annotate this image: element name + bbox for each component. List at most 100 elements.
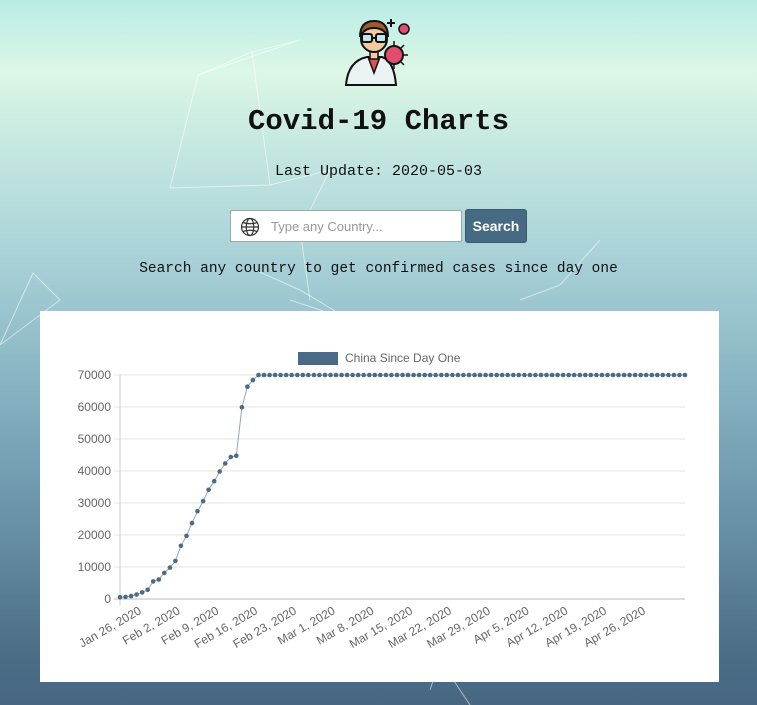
data-point	[544, 372, 549, 378]
y-tick-label: 30000	[78, 496, 112, 510]
y-tick-label: 20000	[78, 528, 112, 542]
data-point	[372, 372, 378, 378]
data-point	[583, 372, 588, 378]
data-point	[278, 372, 283, 378]
chart-card: 0 10000 20000 30000 40000 50000 60000 70000 Jan…	[40, 311, 719, 682]
data-point	[416, 372, 422, 378]
data-point	[256, 372, 261, 378]
data-point	[450, 372, 455, 378]
data-point	[222, 461, 228, 466]
data-point	[677, 372, 682, 378]
data-point	[605, 372, 610, 378]
data-point	[499, 372, 505, 378]
data-point	[195, 508, 200, 514]
data-point	[245, 384, 250, 389]
data-point	[511, 372, 516, 378]
data-point	[566, 372, 571, 378]
data-point	[162, 570, 167, 576]
data-point	[671, 372, 677, 378]
last-update-label: Last Update: 2020-05-03	[274, 163, 483, 180]
data-point	[123, 594, 128, 600]
data-point	[283, 372, 289, 378]
data-point	[666, 372, 671, 378]
data-point	[538, 372, 544, 378]
data-point	[311, 372, 317, 378]
data-point	[411, 372, 416, 378]
data-point	[234, 453, 239, 459]
data-point	[134, 592, 139, 597]
data-point	[632, 372, 638, 378]
data-point	[422, 372, 428, 378]
data-point	[261, 372, 267, 378]
data-point	[184, 533, 189, 539]
data-point	[549, 372, 555, 378]
legend-swatch	[298, 352, 338, 365]
data-point	[355, 372, 361, 378]
data-point	[117, 594, 123, 600]
data-point	[433, 372, 439, 378]
search-button[interactable]: Search	[465, 209, 527, 243]
data-point	[367, 372, 372, 378]
data-point	[300, 372, 306, 378]
data-point	[295, 372, 300, 378]
data-point	[167, 565, 173, 570]
data-point	[577, 372, 583, 378]
y-tick-label: 70000	[78, 368, 112, 382]
data-point	[333, 372, 339, 378]
data-point	[361, 372, 367, 378]
search-hint-text: Search any country to get confirmed case…	[139, 261, 618, 277]
data-point	[383, 372, 389, 378]
data-point	[483, 372, 488, 378]
data-point	[400, 372, 405, 378]
data-point	[322, 372, 328, 378]
data-point	[571, 372, 577, 378]
data-point	[405, 372, 411, 378]
confirmed-cases-line-chart: 010000200003000040000500006000070000 Jan…	[77, 351, 688, 651]
data-point	[455, 372, 461, 378]
data-point	[466, 372, 472, 378]
data-point	[206, 487, 211, 493]
y-tick-label: 60000	[78, 400, 112, 414]
data-point	[682, 372, 688, 378]
data-point	[638, 372, 643, 378]
data-point	[427, 372, 433, 378]
data-point	[200, 498, 206, 504]
data-point	[389, 372, 394, 378]
y-tick-label: 10000	[78, 560, 112, 574]
data-point	[317, 372, 322, 378]
series-line	[119, 374, 685, 598]
country-search-input[interactable]	[265, 212, 469, 240]
data-point	[649, 372, 655, 378]
data-point	[655, 372, 660, 378]
data-point	[522, 372, 527, 378]
data-point	[472, 372, 477, 378]
data-point	[339, 372, 344, 378]
data-point	[461, 372, 466, 378]
data-point	[306, 372, 311, 378]
y-tick-label: 0	[104, 592, 111, 606]
data-point	[505, 372, 511, 378]
data-point	[328, 372, 333, 378]
doctor-virus-icon	[342, 13, 416, 87]
data-point	[178, 543, 184, 549]
data-point	[217, 469, 222, 474]
data-point	[588, 372, 594, 378]
data-point	[145, 587, 150, 593]
data-point	[378, 372, 383, 378]
data-point	[173, 558, 178, 564]
data-point	[488, 372, 494, 378]
data-point	[533, 372, 538, 378]
data-point	[272, 372, 278, 378]
data-point	[150, 579, 156, 584]
data-point	[621, 372, 627, 378]
data-point	[344, 372, 350, 378]
y-tick-label: 40000	[78, 464, 112, 478]
data-point	[394, 372, 400, 378]
data-point	[139, 590, 145, 595]
legend-label: China Since Day One	[345, 351, 461, 365]
data-point	[555, 372, 560, 378]
data-point	[610, 372, 616, 378]
data-point	[660, 372, 666, 378]
data-point	[527, 372, 533, 378]
data-point	[239, 405, 245, 410]
